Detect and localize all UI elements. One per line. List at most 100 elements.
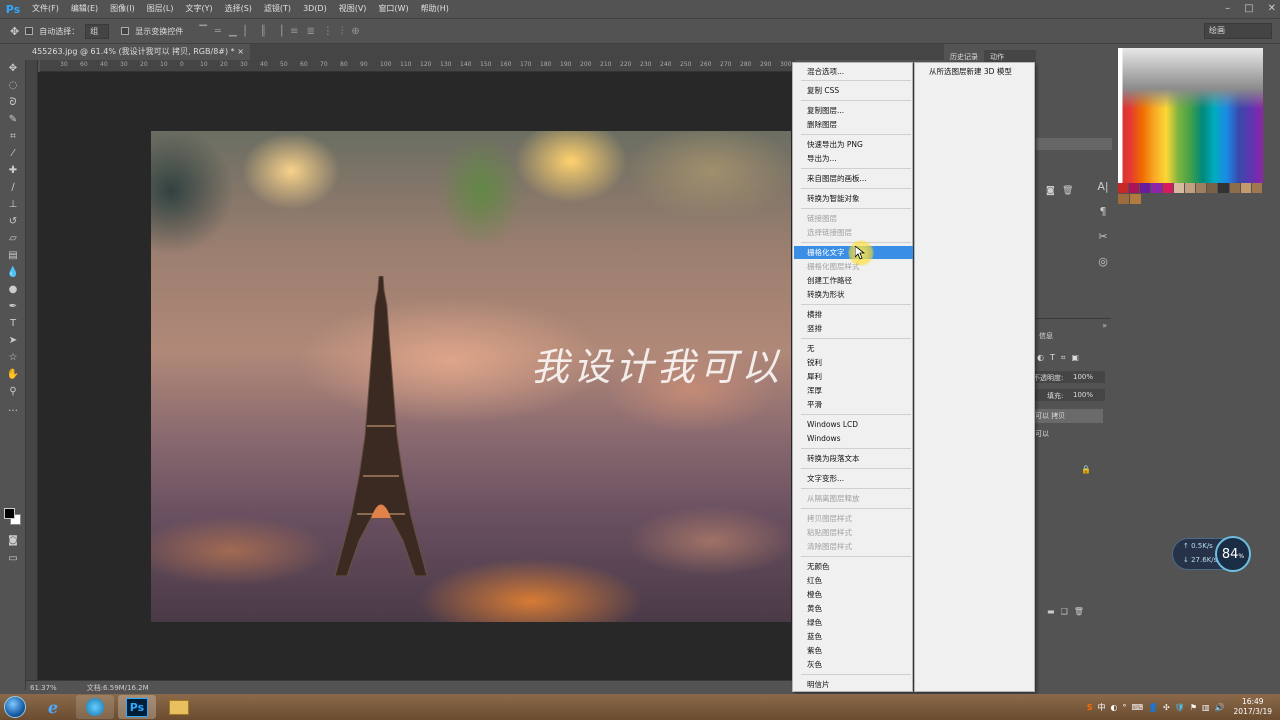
menu-filter[interactable]: 滤镜(T) (258, 0, 297, 18)
menu-type[interactable]: 文字(Y) (179, 0, 218, 18)
menu-window[interactable]: 窗口(W) (372, 0, 414, 18)
align-vcenter-icon[interactable]: ═ (215, 26, 221, 37)
menu-file[interactable]: 文件(F) (26, 0, 65, 18)
move-tool-icon[interactable]: ✥ (10, 25, 19, 38)
context-menu-item[interactable]: 浑厚 (794, 384, 913, 397)
menu-help[interactable]: 帮助(H) (415, 0, 455, 18)
3d-panel-icon[interactable]: ◎ (1098, 255, 1108, 268)
color-swatches[interactable] (4, 508, 22, 526)
tools-panel-icon[interactable]: ✂ (1098, 230, 1107, 243)
network-speed-widget[interactable]: ↑ 0.5K/s ↓ 27.6K/s 84% (1172, 536, 1251, 572)
shield-icon[interactable]: 🛡 (1175, 703, 1185, 712)
fill-input[interactable]: 100% (1073, 391, 1093, 399)
3d-mode-icon[interactable]: ⊕ (351, 26, 359, 37)
context-menu-item[interactable]: 灰色 (794, 658, 913, 671)
context-menu-item[interactable]: 黄色 (794, 602, 913, 615)
align-hcenter-icon[interactable]: ║ (260, 26, 266, 37)
context-menu-item[interactable]: 绿色 (794, 616, 913, 629)
filter-adjust-icon[interactable]: ◐ (1037, 353, 1044, 363)
context-menu-item[interactable]: 明信片 (794, 678, 913, 691)
context-menu-item[interactable]: 犀利 (794, 370, 913, 383)
history-state-row[interactable] (1036, 138, 1112, 150)
context-menu-item[interactable]: 复制图层... (794, 104, 913, 117)
swatches-gradient[interactable] (1118, 48, 1263, 183)
context-menu-item[interactable]: 无颜色 (794, 560, 913, 573)
context-menu-item[interactable]: 蓝色 (794, 630, 913, 643)
pen-icon[interactable]: ✒ (0, 298, 26, 315)
submenu-item-new-3d[interactable]: 从所选图层新建 3D 模型 (916, 65, 1035, 78)
zoom-icon[interactable]: ⚲ (0, 383, 26, 400)
menu-3d[interactable]: 3D(D) (297, 0, 333, 18)
gradient-icon[interactable]: ▤ (0, 247, 26, 264)
browser-taskbar-icon[interactable] (76, 695, 114, 719)
context-menu-item[interactable]: 转换为形状 (794, 288, 913, 301)
context-menu-item[interactable]: Windows (794, 432, 913, 445)
ime-indicator[interactable]: 中 (1097, 702, 1105, 713)
volume-icon[interactable]: 🔊 (1215, 703, 1225, 712)
context-menu-item[interactable]: 来自图层的画板... (794, 172, 913, 185)
healing-icon[interactable]: ✚ (0, 162, 26, 179)
opacity-input[interactable]: 100% (1073, 373, 1093, 381)
shape-icon[interactable]: ☆ (0, 349, 26, 366)
context-menu-item[interactable]: Windows LCD (794, 418, 913, 431)
eyedropper-icon[interactable]: ⁄ (0, 145, 26, 162)
workspace-dropdown[interactable]: 绘画 (1204, 23, 1272, 39)
context-menu-item[interactable]: 文字变形... (794, 472, 913, 485)
context-menu-item[interactable]: 快速导出为 PNG (794, 138, 913, 151)
more-tools-icon[interactable]: … (0, 400, 26, 417)
auto-select-checkbox[interactable] (25, 27, 34, 35)
minimize-icon[interactable]: – (1225, 0, 1230, 18)
character-panel-icon[interactable]: A| (1097, 180, 1108, 193)
type-icon[interactable]: T (0, 315, 26, 332)
filter-type-icon[interactable]: T (1050, 353, 1055, 363)
crop-icon[interactable]: ⌗ (0, 128, 26, 145)
photoshop-taskbar-button[interactable]: Ps (118, 695, 156, 719)
align-bottom-icon[interactable]: ▁ (229, 26, 237, 37)
foreground-color[interactable] (4, 508, 15, 519)
blur-icon[interactable]: 💧 (0, 264, 26, 281)
auto-select-dropdown[interactable]: 组 (85, 23, 110, 39)
path-select-icon[interactable]: ➤ (0, 332, 26, 349)
sogou-icon[interactable]: S (1087, 703, 1093, 712)
context-menu-item[interactable]: 橙色 (794, 588, 913, 601)
dodge-icon[interactable]: ● (0, 281, 26, 298)
menu-layer[interactable]: 图层(L) (141, 0, 180, 18)
tab-close-icon[interactable]: × (237, 47, 244, 56)
panel-collapse-icon[interactable]: » (1102, 321, 1107, 330)
zoom-level[interactable]: 61.37% (30, 684, 57, 692)
context-menu-item[interactable]: 创建工作路径 (794, 274, 913, 287)
swatch-row-1[interactable] (1118, 183, 1264, 193)
document-tab[interactable]: 455263.jpg @ 61.4% (我设计我可以 拷贝, RGB/8#) *… (26, 44, 250, 60)
brush-icon[interactable]: ∕ (0, 179, 26, 196)
context-menu-item[interactable]: 转换为智能对象 (794, 192, 913, 205)
quick-select-icon[interactable]: ✎ (0, 111, 26, 128)
align-left-icon[interactable]: ▏ (245, 26, 253, 37)
move-icon[interactable]: ✥ (0, 60, 26, 77)
ime-moon-icon[interactable]: ◐ (1110, 703, 1117, 712)
quick-mask-icon[interactable]: ◙ (0, 532, 26, 549)
layer-row-selected[interactable]: 可以 拷贝 (1033, 409, 1103, 423)
menu-select[interactable]: 选择(S) (219, 0, 258, 18)
screen-mode-icon[interactable]: ▭ (0, 550, 26, 567)
filter-shape-icon[interactable]: ⌗ (1061, 353, 1066, 363)
context-menu-item[interactable]: 红色 (794, 574, 913, 587)
ie-taskbar-icon[interactable]: ℯ (34, 695, 72, 719)
tools-tray-icon[interactable]: ✣ (1163, 703, 1170, 712)
maximize-icon[interactable]: □ (1244, 0, 1253, 18)
swatch-row-2[interactable] (1118, 194, 1142, 204)
flag-icon[interactable]: ⚑ (1190, 703, 1197, 712)
context-menu-item[interactable]: 锐利 (794, 356, 913, 369)
new-group-icon[interactable]: ▬ (1047, 607, 1055, 616)
layer-row[interactable]: 可以 (1033, 427, 1103, 441)
marquee-icon[interactable]: ◌ (0, 77, 26, 94)
layers-panel-title[interactable]: 信息 (1039, 331, 1053, 341)
context-menu-item[interactable]: 删除图层 (794, 118, 913, 131)
ime-punct-icon[interactable]: ° (1122, 703, 1126, 712)
hand-icon[interactable]: ✋ (0, 366, 26, 383)
clone-stamp-icon[interactable]: ⊥ (0, 196, 26, 213)
user-icon[interactable]: 👤 (1148, 703, 1158, 712)
explorer-taskbar-icon[interactable] (160, 695, 198, 719)
clock[interactable]: 16:49 2017/3/19 (1234, 697, 1272, 717)
distribute3-icon[interactable]: ⋮ (323, 26, 333, 37)
show-transform-checkbox[interactable] (121, 27, 130, 35)
